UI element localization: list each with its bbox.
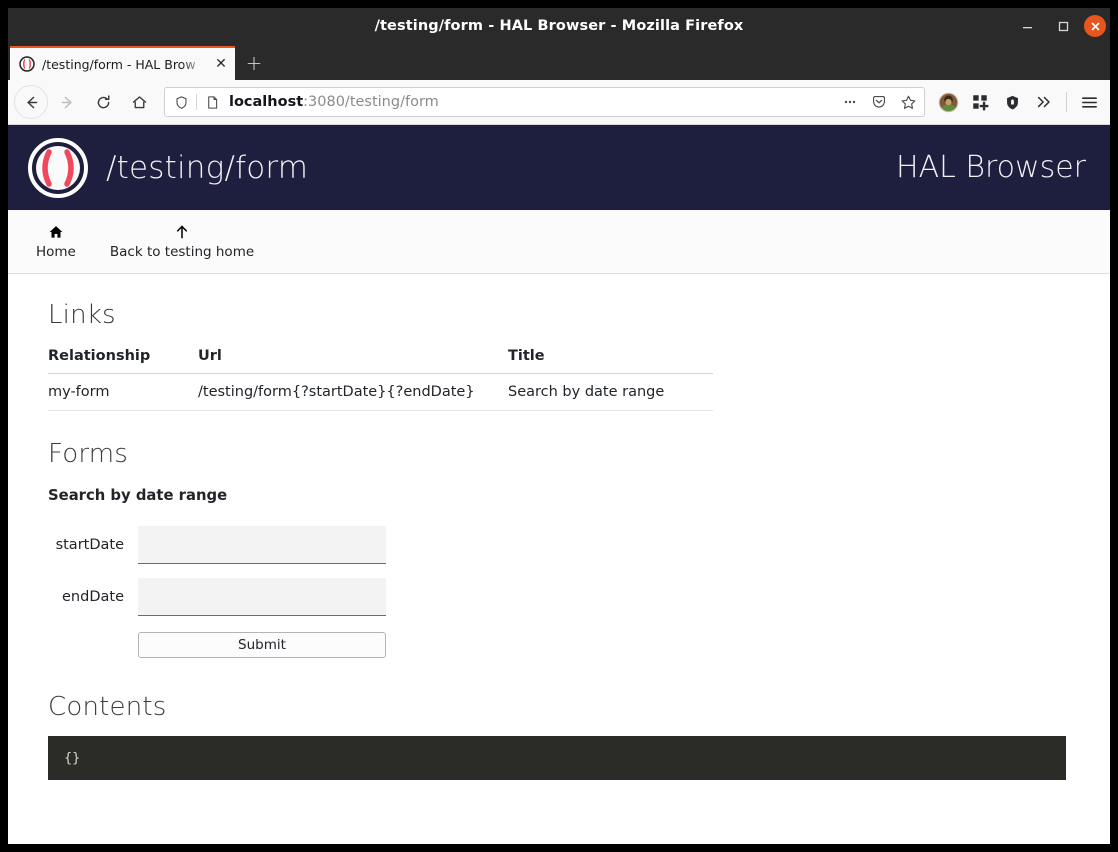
column-header-title: Title: [508, 348, 713, 374]
url-divider: [196, 94, 197, 110]
page-document-icon[interactable]: [202, 95, 222, 110]
url-path: :3080/testing/form: [303, 94, 439, 110]
url-bar[interactable]: localhost:3080/testing/form: [164, 87, 925, 117]
new-tab-button[interactable]: +: [237, 46, 271, 80]
minimize-icon: [1022, 26, 1032, 28]
browser-home-button[interactable]: [122, 85, 156, 119]
arrow-up-icon: [174, 223, 190, 241]
window-title: /testing/form - HAL Browser - Mozilla Fi…: [374, 18, 744, 34]
browser-window: /testing/form - HAL Browser - Mozilla Fi…: [8, 8, 1110, 844]
tab-strip: /testing/form - HAL Brow ✕ +: [8, 44, 1110, 80]
toolbar-divider: [1066, 92, 1067, 112]
shield-button[interactable]: [997, 87, 1027, 117]
double-chevron-right-icon: [1037, 96, 1050, 108]
bookmark-button[interactable]: [895, 89, 921, 115]
hal-baseball-logo: [28, 137, 88, 198]
start-date-input[interactable]: [138, 526, 386, 564]
pocket-button[interactable]: [866, 89, 892, 115]
reload-icon: [97, 94, 109, 108]
cell-title: Search by date range: [508, 373, 713, 411]
app-menu-button[interactable]: [1074, 87, 1104, 117]
contents-heading: Contents: [48, 692, 167, 722]
url-host: localhost: [229, 94, 304, 110]
cell-relationship[interactable]: my-form: [48, 373, 198, 411]
hamburger-menu-icon: [1081, 96, 1097, 108]
page-actions-button[interactable]: [837, 89, 863, 115]
cell-url[interactable]: /testing/form{?startDate}{?endDate}: [198, 373, 508, 411]
submit-button[interactable]: Submit: [138, 632, 386, 658]
hal-nav-bar: Home Back to testing home: [8, 210, 1110, 274]
overflow-button[interactable]: [1029, 87, 1059, 117]
form-row-submit: Submit: [48, 632, 1070, 658]
star-icon: [901, 95, 915, 109]
hal-baseball-favicon: [19, 56, 35, 72]
home-icon: [132, 95, 146, 108]
maximize-icon: [1058, 21, 1068, 31]
home-icon: [48, 223, 64, 241]
nav-link-home[interactable]: Home: [26, 219, 86, 264]
form-title: Search by date range: [48, 487, 228, 504]
form-submit-spacer: [48, 632, 138, 658]
pocket-icon: [873, 96, 885, 108]
close-icon: [1091, 22, 1099, 30]
ellipsis-icon: [844, 100, 856, 104]
title-bar: /testing/form - HAL Browser - Mozilla Fi…: [8, 8, 1110, 44]
links-heading: Links: [48, 300, 116, 330]
maximize-button[interactable]: [1048, 11, 1078, 41]
end-date-input[interactable]: [138, 578, 386, 616]
hal-brand-title: HAL Browser: [896, 150, 1086, 185]
hal-current-path: /testing/form: [106, 149, 309, 186]
column-header-url: Url: [198, 348, 508, 374]
nav-link-home-label: Home: [36, 244, 76, 260]
avatar-icon: [938, 92, 958, 112]
tab-title: /testing/form - HAL Brow: [42, 56, 196, 72]
column-header-relationship: Relationship: [48, 348, 198, 374]
url-input[interactable]: localhost:3080/testing/form: [225, 94, 834, 110]
nav-link-back-to-testing-home[interactable]: Back to testing home: [100, 219, 264, 264]
tracking-protection-shield-icon[interactable]: [171, 95, 191, 110]
reload-button[interactable]: [86, 85, 120, 119]
contents-code-block: {}: [48, 736, 1066, 781]
back-arrow-icon: [26, 96, 37, 108]
table-row: my-form /testing/form{?startDate}{?endDa…: [48, 373, 713, 411]
page-viewport: /testing/form HAL Browser Home Back to t…: [8, 125, 1110, 844]
forward-arrow-icon: [61, 96, 72, 108]
forms-heading: Forms: [48, 439, 129, 469]
window-controls: [1012, 8, 1106, 44]
extensions-grid-icon: [973, 95, 989, 111]
shield-icon: [1006, 95, 1018, 109]
back-button[interactable]: [14, 85, 48, 119]
nav-link-back-label: Back to testing home: [109, 244, 255, 260]
tab-testing-form[interactable]: /testing/form - HAL Brow ✕: [10, 46, 235, 80]
end-date-label: endDate: [62, 589, 124, 605]
date-range-form: startDate endDate Submit: [48, 526, 1070, 658]
minimize-button[interactable]: [1012, 11, 1042, 41]
form-row-start-date: startDate: [48, 526, 1070, 564]
form-row-end-date: endDate: [48, 578, 1070, 616]
account-button[interactable]: [933, 87, 963, 117]
close-button[interactable]: [1084, 15, 1106, 37]
browser-toolbar: localhost:3080/testing/form: [8, 80, 1110, 125]
forward-button[interactable]: [50, 85, 84, 119]
hal-header: /testing/form HAL Browser: [8, 125, 1110, 210]
links-table: Relationship Url Title my-form /testing/…: [48, 348, 713, 411]
links-table-header-row: Relationship Url Title: [48, 348, 713, 374]
page-content: Links Relationship Url Title my-form /te…: [8, 274, 1110, 781]
tab-close-icon[interactable]: ✕: [213, 56, 229, 72]
start-date-label: startDate: [55, 537, 124, 553]
extensions-button[interactable]: [965, 87, 995, 117]
